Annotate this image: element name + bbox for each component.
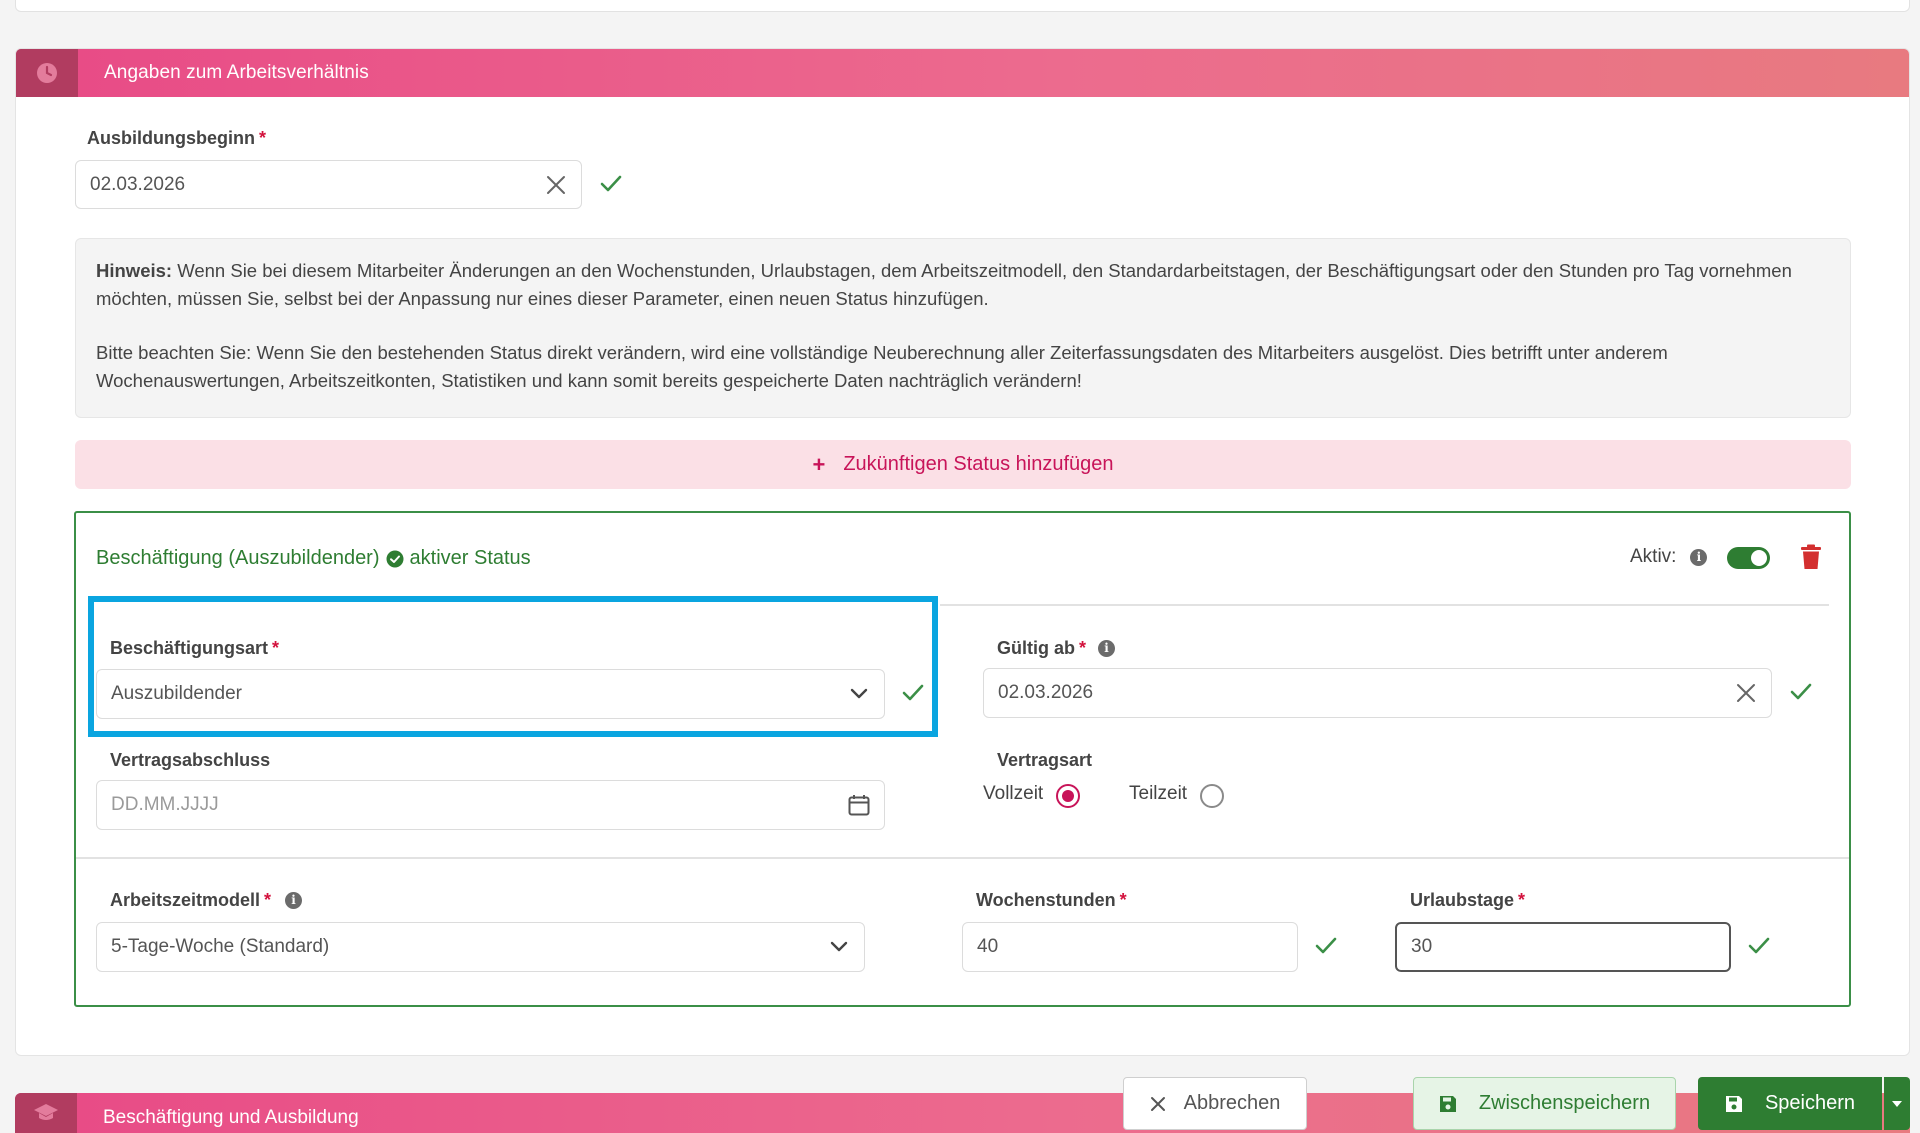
vollzeit-label: Vollzeit [983,783,1044,804]
hinweis-text-1: Wenn Sie bei diesem Mitarbeiter Änderung… [96,260,1792,309]
clock-icon [37,63,57,83]
section-icon-box [15,1093,77,1133]
info-icon[interactable]: i [1690,548,1708,566]
check-icon [600,175,622,192]
divider [940,604,1829,606]
beschaeftigungsart-value: Auszubildender [111,683,242,704]
clear-icon[interactable] [531,161,581,208]
vollzeit-radio[interactable] [1056,784,1080,808]
wochenstunden-label: Wochenstunden * [976,890,1127,911]
vertragsabschluss-label: Vertragsabschluss [110,750,271,770]
active-status-label: aktiver Status [409,547,531,569]
gueltig-ab-label: Gültig ab * i [997,638,1116,659]
required-mark: * [1079,638,1087,658]
save-dropdown-button[interactable] [1884,1077,1910,1130]
info-icon[interactable]: i [1098,640,1116,657]
check-icon [902,684,924,701]
check-circle-icon [386,550,404,567]
required-mark: * [272,638,280,658]
ausbildungsbeginn-input[interactable]: 02.03.2026 [75,160,582,209]
beschaeftigungsart-select[interactable]: Auszubildender [96,669,885,719]
required-mark: * [264,890,272,910]
section-title: Angaben zum Arbeitsverhältnis [104,62,369,83]
toggle-knob [1751,550,1767,566]
teilzeit-label: Teilzeit [1129,783,1188,804]
chevron-down-icon[interactable] [814,923,864,971]
urlaubstage-label: Urlaubstage * [1410,890,1525,911]
section-icon-box [16,49,78,97]
graduation-cap-icon [34,1104,58,1120]
arbeitszeitmodell-value: 5-Tage-Woche (Standard) [111,936,330,957]
save-button[interactable]: Speichern [1698,1077,1882,1130]
required-mark: * [1518,890,1526,910]
floppy-disk-icon [1439,1095,1456,1112]
beschaeftigungsart-label: Beschäftigungsart * [110,638,279,659]
add-future-status-button[interactable]: + Zukünftigen Status hinzufügen [75,440,1851,489]
gueltig-ab-label-text: Gültig ab [997,638,1075,658]
check-icon [1748,937,1770,954]
ausbildungsbeginn-label: Ausbildungsbeginn * [87,128,266,149]
check-icon [1790,683,1812,700]
hinweis-box: Hinweis: Wenn Sie bei diesem Mitarbeiter… [75,238,1851,418]
vertragsabschluss-placeholder: DD.MM.JJJJ [111,794,219,815]
hinweis-paragraph-2: Bitte beachten Sie: Wenn Sie den bestehe… [96,342,1668,391]
close-icon [1150,1096,1165,1111]
urlaubstage-input[interactable]: 30 [1395,922,1731,972]
required-mark: * [259,128,267,148]
gueltig-ab-value: 02.03.2026 [998,682,1094,703]
clear-icon[interactable] [1721,669,1771,717]
status-title: Beschäftigung (Auszubildender) [96,547,380,569]
aktiv-toggle[interactable] [1727,547,1770,569]
calendar-icon[interactable] [834,781,884,829]
cancel-button[interactable]: Abbrechen [1123,1077,1307,1130]
trash-icon[interactable] [1800,544,1822,570]
vertragsabschluss-input[interactable]: DD.MM.JJJJ [96,780,885,830]
teilzeit-radio[interactable] [1200,784,1224,808]
vertragsart-label: Vertragsart [997,750,1093,770]
wochenstunden-label-text: Wochenstunden [976,890,1116,910]
hinweis-paragraph-1: Hinweis: Wenn Sie bei diesem Mitarbeiter… [96,257,1830,313]
caret-down-icon [1892,1100,1902,1107]
aktiv-row: Aktiv: i [1630,546,1708,568]
gueltig-ab-input[interactable]: 02.03.2026 [983,668,1772,718]
ausbildungsbeginn-value: 02.03.2026 [90,173,186,195]
arbeitszeitmodell-label: Arbeitszeitmodell * i [110,890,303,911]
divider [76,857,1849,859]
info-icon[interactable]: i [285,892,303,909]
floppy-disk-icon [1725,1095,1742,1112]
save-draft-label: Zwischenspeichern [1478,1092,1651,1114]
chevron-down-icon[interactable] [834,670,884,718]
section-title-2: Beschäftigung und Ausbildung [103,1107,359,1128]
wochenstunden-input[interactable]: 40 [962,922,1298,972]
aktiv-label: Aktiv: [1630,546,1677,567]
plus-icon: + [812,451,826,477]
wochenstunden-value: 40 [977,936,999,957]
save-draft-button[interactable]: Zwischenspeichern [1413,1077,1676,1130]
cancel-label: Abbrechen [1183,1092,1281,1114]
ausbildungsbeginn-label-text: Ausbildungsbeginn [87,128,255,148]
add-future-status-label: Zukünftigen Status hinzufügen [843,453,1114,475]
urlaubstage-value: 30 [1411,936,1433,957]
arbeitszeitmodell-select[interactable]: 5-Tage-Woche (Standard) [96,922,865,972]
save-label: Speichern [1764,1092,1856,1114]
section-header: Angaben zum Arbeitsverhältnis [16,49,1909,97]
arbeitszeitmodell-label-text: Arbeitszeitmodell [110,890,261,910]
beschaeftigungsart-label-text: Beschäftigungsart [110,638,269,658]
status-title-row: Beschäftigung (Auszubildender) aktiver S… [96,547,531,570]
required-mark: * [1119,890,1127,910]
urlaubstage-label-text: Urlaubstage [1410,890,1515,910]
previous-card [15,0,1910,12]
hinweis-bold-prefix: Hinweis: [96,260,173,281]
check-icon [1315,937,1337,954]
